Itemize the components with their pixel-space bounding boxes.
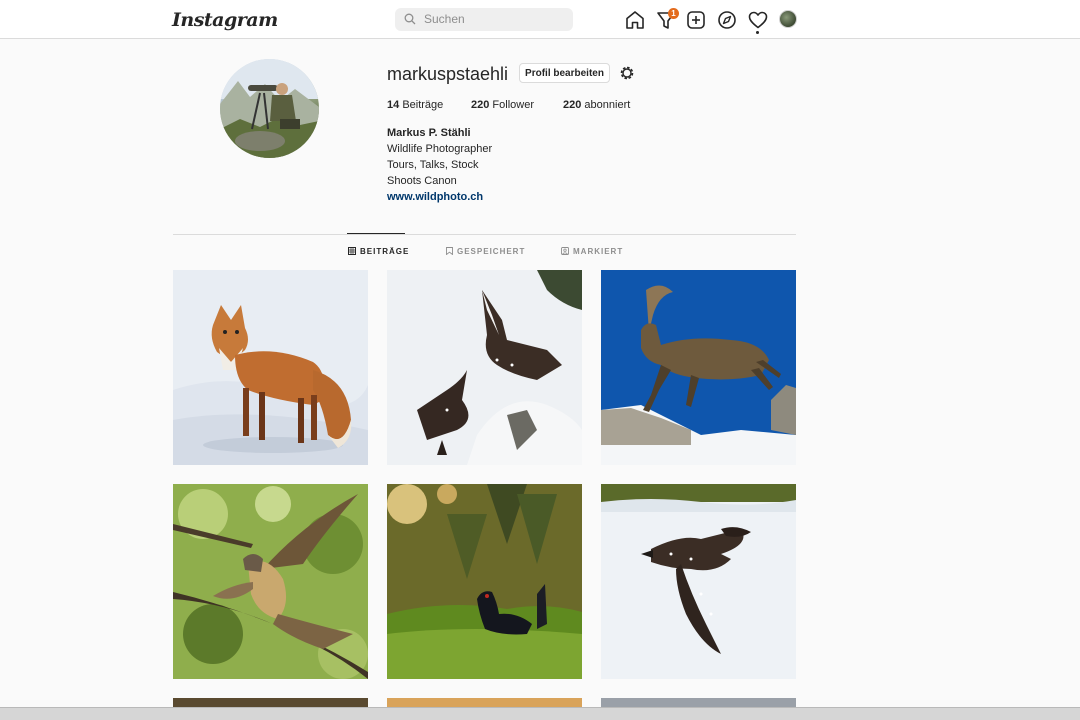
bookmark-icon (446, 247, 453, 256)
tab-saved-label: GESPEICHERT (457, 247, 526, 256)
posts-label: Beiträge (402, 99, 444, 111)
fox-photo (173, 270, 368, 465)
nutcracker-flying-photo (601, 484, 796, 679)
profile-picture[interactable] (220, 59, 319, 158)
instagram-logo[interactable]: Instagram (172, 9, 278, 31)
post-partial[interactable] (173, 698, 368, 707)
followers-count: 220 (471, 99, 490, 111)
tab-tagged[interactable]: MARKIERT (561, 247, 623, 256)
window-status-bar (0, 707, 1080, 720)
post-nutcrackers[interactable] (387, 270, 582, 465)
bio-line: Tours, Talks, Stock (387, 159, 479, 171)
profile-username: markuspstaehli (387, 64, 509, 84)
profile-photo-illustration (220, 59, 319, 158)
tab-tagged-label: MARKIERT (573, 247, 624, 256)
top-navigation-bar: Instagram Suchen 1 (0, 0, 1080, 39)
post-black-grouse[interactable] (387, 484, 582, 679)
following-label: abonniert (584, 99, 631, 111)
activity-badge: 1 (668, 8, 679, 19)
followers-stat[interactable]: 220 Follower (471, 99, 534, 111)
heart-icon[interactable] (747, 9, 769, 31)
active-tab-indicator (347, 233, 405, 234)
following-stat[interactable]: 220 abonniert (563, 99, 630, 111)
search-icon (404, 13, 416, 25)
tab-posts[interactable]: BEITRÄGE (348, 247, 409, 256)
tab-saved[interactable]: GESPEICHERT (446, 247, 525, 256)
followers-label: Follower (492, 99, 534, 111)
home-icon[interactable] (624, 9, 646, 31)
activity-indicator-dot (756, 31, 759, 34)
following-count: 220 (563, 99, 582, 111)
bio-line: Shoots Canon (387, 175, 457, 187)
tabs-divider (173, 234, 796, 235)
post-ibex[interactable] (601, 270, 796, 465)
edit-profile-button[interactable]: Profil bearbeiten (519, 63, 610, 83)
grid-icon (348, 247, 356, 255)
post-partial[interactable] (601, 698, 796, 707)
profile-avatar-small[interactable] (779, 10, 797, 28)
bio-line: Wildlife Photographer (387, 143, 493, 155)
profile-full-name: Markus P. Stähli (387, 127, 471, 139)
nutcrackers-photo (387, 270, 582, 465)
post-nutcracker-flying[interactable] (601, 484, 796, 679)
black-grouse-photo (387, 484, 582, 679)
settings-gear-icon[interactable] (618, 64, 636, 82)
new-post-icon[interactable] (685, 9, 707, 31)
kestrel-photo (173, 484, 368, 679)
ibex-photo (601, 270, 796, 465)
post-kestrel[interactable] (173, 484, 368, 679)
tagged-icon (561, 247, 569, 255)
website-link[interactable]: www.wildphoto.ch (387, 191, 483, 203)
post-fox[interactable] (173, 270, 368, 465)
tab-posts-label: BEITRÄGE (360, 247, 410, 256)
explore-icon[interactable] (716, 9, 738, 31)
search-bar[interactable]: Suchen (395, 8, 573, 31)
posts-count: 14 (387, 99, 400, 111)
posts-count-stat: 14 Beiträge (387, 99, 443, 111)
post-partial[interactable] (387, 698, 582, 707)
search-placeholder: Suchen (424, 12, 465, 26)
